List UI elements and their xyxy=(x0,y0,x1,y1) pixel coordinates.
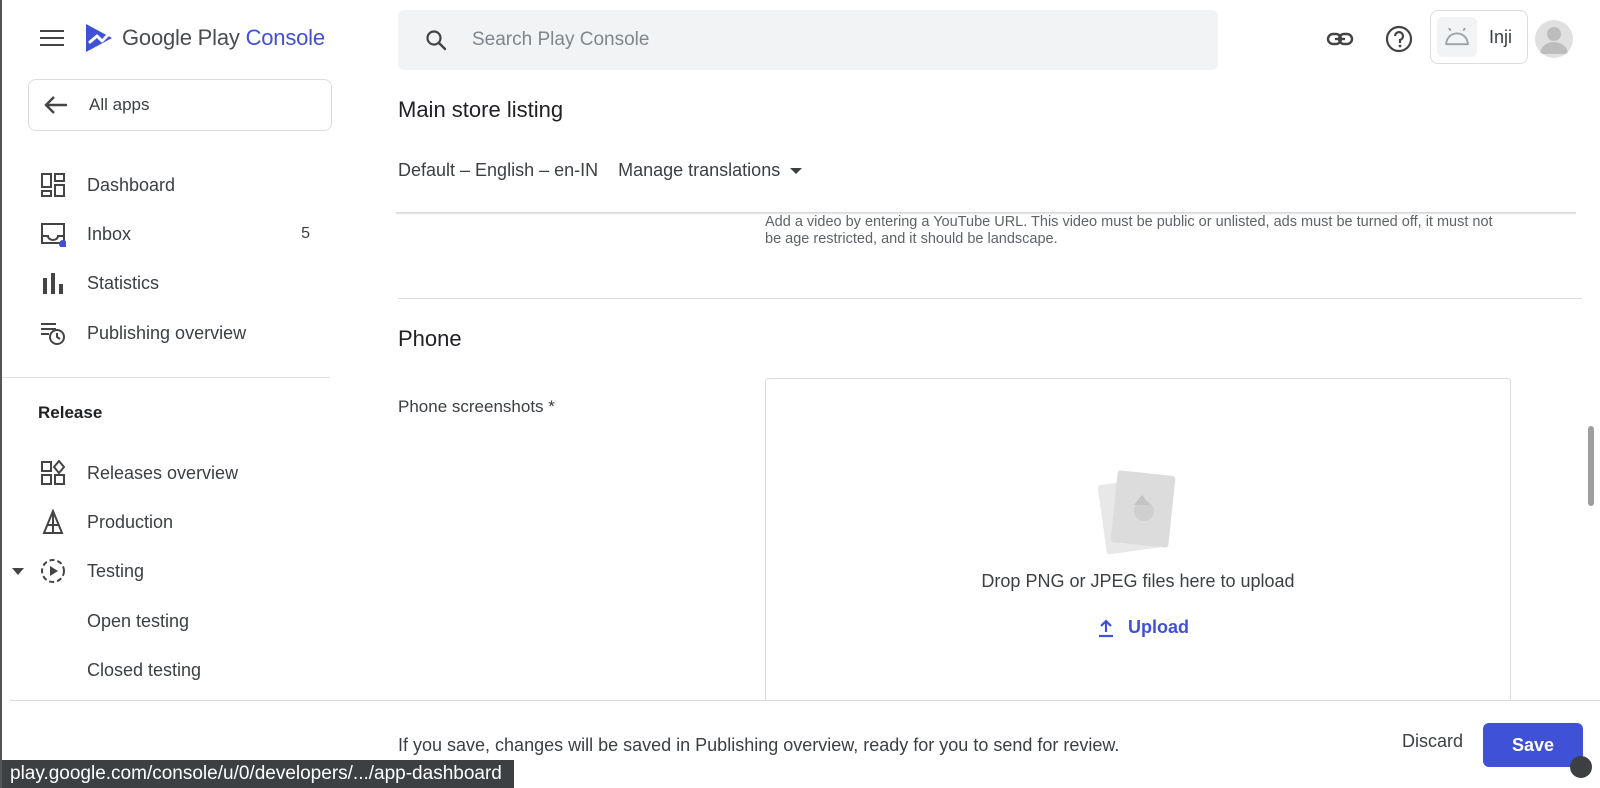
page-title: Main store listing xyxy=(398,97,564,122)
testing-icon xyxy=(40,558,66,584)
sidebar-item-label: Testing xyxy=(87,560,145,581)
main-scrollbar[interactable] xyxy=(1588,426,1594,506)
statistics-icon xyxy=(40,270,66,296)
release-section-heading: Release xyxy=(38,403,103,422)
logo-text: Google Play Console xyxy=(122,25,325,51)
sidebar-item-statistics[interactable]: Statistics xyxy=(2,260,332,306)
link-icon[interactable] xyxy=(1325,24,1355,54)
sidebar-divider xyxy=(2,377,330,378)
expand-caret-icon[interactable] xyxy=(12,567,24,575)
app-selector[interactable]: Inji xyxy=(1430,10,1528,64)
inbox-count-badge: 5 xyxy=(301,225,310,242)
releases-overview-icon xyxy=(40,460,66,486)
dropzone-text: Drop PNG or JPEG files here to upload xyxy=(981,571,1295,591)
help-icon[interactable] xyxy=(1384,24,1414,54)
sidebar-item-closed-testing[interactable]: Closed testing xyxy=(2,647,332,693)
arrow-back-icon xyxy=(44,96,67,114)
logo-brand: Google Play xyxy=(122,25,240,50)
sidebar-item-inbox[interactable]: Inbox 5 xyxy=(2,211,332,257)
all-apps-button[interactable]: All apps xyxy=(28,79,332,131)
status-bar-url: play.google.com/console/u/0/developers/.… xyxy=(2,760,514,788)
image-upload-illustration-icon xyxy=(1098,470,1176,555)
save-button[interactable]: Save xyxy=(1483,723,1583,767)
phone-screenshots-label: Phone screenshots * xyxy=(398,397,555,416)
phone-section-title: Phone xyxy=(398,326,462,351)
sidebar-item-label: Open testing xyxy=(87,610,190,631)
screen-capture-icon[interactable] xyxy=(1570,756,1592,778)
logo-product: Console xyxy=(245,25,326,50)
account-avatar[interactable] xyxy=(1535,20,1573,58)
sidebar-item-publishing-overview[interactable]: Publishing overview xyxy=(2,310,332,356)
play-console-window: Google Play Console Search Play Console … xyxy=(0,0,1600,788)
upload-button[interactable]: Upload xyxy=(1096,617,1189,638)
default-language: Default – English – en-IN xyxy=(398,160,599,180)
discard-button[interactable]: Discard xyxy=(1402,731,1463,752)
video-helper-text: Add a video by entering a YouTube URL. T… xyxy=(765,214,1493,247)
manage-translations-dropdown[interactable]: Manage translations xyxy=(618,160,803,181)
search-input[interactable] xyxy=(472,29,1172,51)
android-icon xyxy=(1437,17,1477,57)
search-icon xyxy=(426,30,447,51)
main-menu-button[interactable] xyxy=(38,26,66,50)
play-console-logo[interactable]: Google Play Console xyxy=(84,22,325,54)
all-apps-label: All apps xyxy=(89,95,150,114)
sidebar-item-label: Statistics xyxy=(87,272,160,293)
sidebar-item-label: Dashboard xyxy=(87,174,176,195)
sidebar-item-releases-overview[interactable]: Releases overview xyxy=(2,450,332,496)
sidebar-item-label: Inbox xyxy=(87,223,132,244)
inbox-icon xyxy=(40,221,66,247)
language-row: Default – English – en-IN Manage transla… xyxy=(398,160,803,181)
search-bar[interactable] xyxy=(398,10,1218,70)
sidebar-item-production[interactable]: Production xyxy=(2,499,332,545)
publishing-overview-icon xyxy=(40,320,66,346)
app-name: Inji xyxy=(1489,26,1513,47)
sidebar-item-open-testing[interactable]: Open testing xyxy=(2,598,332,644)
play-logo-icon xyxy=(86,24,112,52)
section-divider xyxy=(398,298,1582,299)
sidebar-item-label: Releases overview xyxy=(87,462,239,483)
phone-screenshots-dropzone[interactable]: Drop PNG or JPEG files here to upload Up… xyxy=(765,378,1511,708)
sidebar-item-dashboard[interactable]: Dashboard xyxy=(2,162,332,208)
sidebar-item-label: Production xyxy=(87,511,174,532)
production-icon xyxy=(40,509,66,535)
manage-translations-label: Manage translations xyxy=(618,160,781,180)
upload-icon xyxy=(1099,618,1113,637)
upload-label: Upload xyxy=(1128,617,1189,637)
dropdown-arrow-icon xyxy=(790,167,803,174)
sidebar-item-label: Closed testing xyxy=(87,659,202,680)
dashboard-icon xyxy=(40,172,66,198)
sidebar-item-label: Publishing overview xyxy=(87,322,247,343)
save-bar-message: If you save, changes will be saved in Pu… xyxy=(398,735,1120,755)
sidebar-item-testing[interactable]: Testing xyxy=(2,548,332,594)
